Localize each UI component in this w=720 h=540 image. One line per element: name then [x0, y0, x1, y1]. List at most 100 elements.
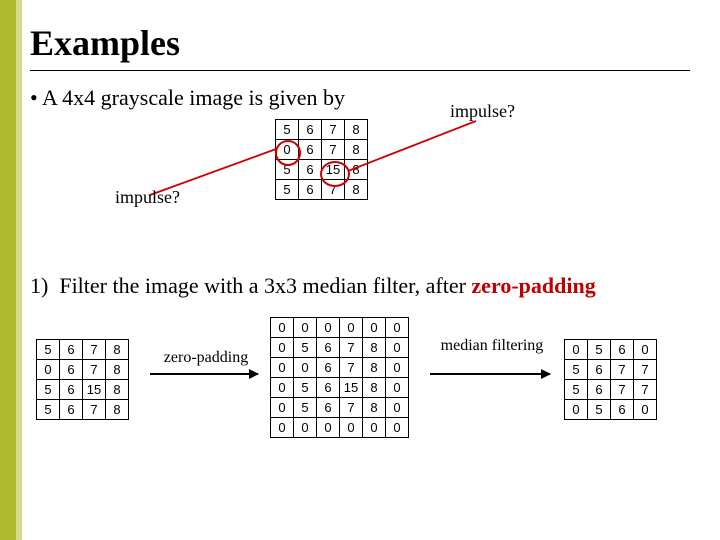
median-filtering-label: median filtering: [432, 337, 552, 355]
cell: 5: [565, 360, 588, 380]
cell: 0: [317, 318, 340, 338]
matrix-padded: 0000000567800067800561580056780000000: [270, 317, 409, 438]
cell: 15: [83, 380, 106, 400]
cell: 5: [276, 160, 299, 180]
cell: 0: [386, 398, 409, 418]
cell: 6: [60, 340, 83, 360]
cell: 8: [363, 398, 386, 418]
cell: 7: [634, 360, 657, 380]
cell: 5: [588, 340, 611, 360]
cell: 7: [322, 140, 345, 160]
cell: 7: [611, 380, 634, 400]
zero-padding-label: zero-padding: [146, 349, 266, 367]
cell: 6: [299, 140, 322, 160]
input-matrix: 56780678561585678: [275, 119, 368, 200]
cell: 5: [37, 400, 60, 420]
cell: 0: [386, 338, 409, 358]
cell: 0: [271, 418, 294, 438]
sidebar-accent: [0, 0, 16, 540]
cell: 0: [634, 400, 657, 420]
cell: 7: [340, 398, 363, 418]
cell: 8: [106, 380, 129, 400]
cell: 6: [317, 338, 340, 358]
matrix-4x4: 56780678561585678: [36, 339, 129, 420]
cell: 0: [271, 338, 294, 358]
cell: 8: [345, 180, 368, 200]
cell: 8: [345, 160, 368, 180]
median-filtering-text: median filtering: [441, 337, 544, 354]
cell: 0: [634, 340, 657, 360]
cell: 5: [294, 378, 317, 398]
cell: 0: [386, 378, 409, 398]
cell: 8: [345, 140, 368, 160]
cell: 15: [340, 378, 363, 398]
cell: 8: [363, 378, 386, 398]
cell: 0: [271, 378, 294, 398]
cell: 8: [106, 400, 129, 420]
cell: 7: [83, 360, 106, 380]
cell: 7: [83, 340, 106, 360]
cell: 0: [363, 318, 386, 338]
cell: 8: [106, 340, 129, 360]
arrow-zero-padding: [150, 373, 258, 375]
cell: 6: [299, 120, 322, 140]
cell: 15: [322, 160, 345, 180]
cell: 8: [345, 120, 368, 140]
cell: 0: [294, 318, 317, 338]
cell: 6: [588, 380, 611, 400]
cell: 8: [363, 338, 386, 358]
cell: 0: [565, 340, 588, 360]
cell: 7: [322, 180, 345, 200]
cell: 6: [60, 380, 83, 400]
cell: 5: [37, 380, 60, 400]
question-text: 1) Filter the image with a 3x3 median fi…: [30, 273, 710, 299]
bottom-section: 56780678561585678 zero-padding 000000056…: [30, 311, 710, 491]
cell: 0: [340, 418, 363, 438]
cell: 0: [271, 398, 294, 418]
bullet-text: • A 4x4 grayscale image is given by: [30, 85, 710, 111]
title-underline: [30, 70, 690, 71]
cell: 8: [363, 358, 386, 378]
cell: 5: [37, 340, 60, 360]
cell: 6: [317, 378, 340, 398]
cell: 0: [37, 360, 60, 380]
cell: 5: [588, 400, 611, 420]
cell: 5: [294, 398, 317, 418]
cell: 6: [60, 360, 83, 380]
impulse-label-left: impulse?: [115, 187, 180, 208]
cell: 5: [276, 180, 299, 200]
matrix-result: 0560567756770560: [564, 339, 657, 420]
cell: 0: [363, 418, 386, 438]
cell: 7: [340, 358, 363, 378]
cell: 0: [340, 318, 363, 338]
cell: 0: [317, 418, 340, 438]
question-number: 1): [30, 273, 48, 298]
cell: 7: [611, 360, 634, 380]
top-section: 56780678561585678 impulse? impulse?: [30, 119, 710, 269]
impulse-label-right: impulse?: [450, 101, 515, 122]
cell: 7: [634, 380, 657, 400]
cell: 6: [317, 358, 340, 378]
cell: 5: [565, 380, 588, 400]
cell: 0: [386, 418, 409, 438]
cell: 0: [294, 358, 317, 378]
cell: 0: [294, 418, 317, 438]
cell: 7: [83, 400, 106, 420]
cell: 6: [60, 400, 83, 420]
question-body: Filter the image with a 3x3 median filte…: [59, 273, 471, 298]
cell: 7: [322, 120, 345, 140]
page-title: Examples: [30, 22, 710, 64]
cell: 6: [299, 160, 322, 180]
cell: 6: [299, 180, 322, 200]
cell: 0: [276, 140, 299, 160]
cell: 0: [271, 358, 294, 378]
arrow-median: [430, 373, 550, 375]
cell: 0: [386, 358, 409, 378]
cell: 5: [294, 338, 317, 358]
cell: 0: [386, 318, 409, 338]
cell: 6: [317, 398, 340, 418]
cell: 8: [106, 360, 129, 380]
cell: 5: [276, 120, 299, 140]
cell: 7: [340, 338, 363, 358]
cell: 6: [611, 400, 634, 420]
